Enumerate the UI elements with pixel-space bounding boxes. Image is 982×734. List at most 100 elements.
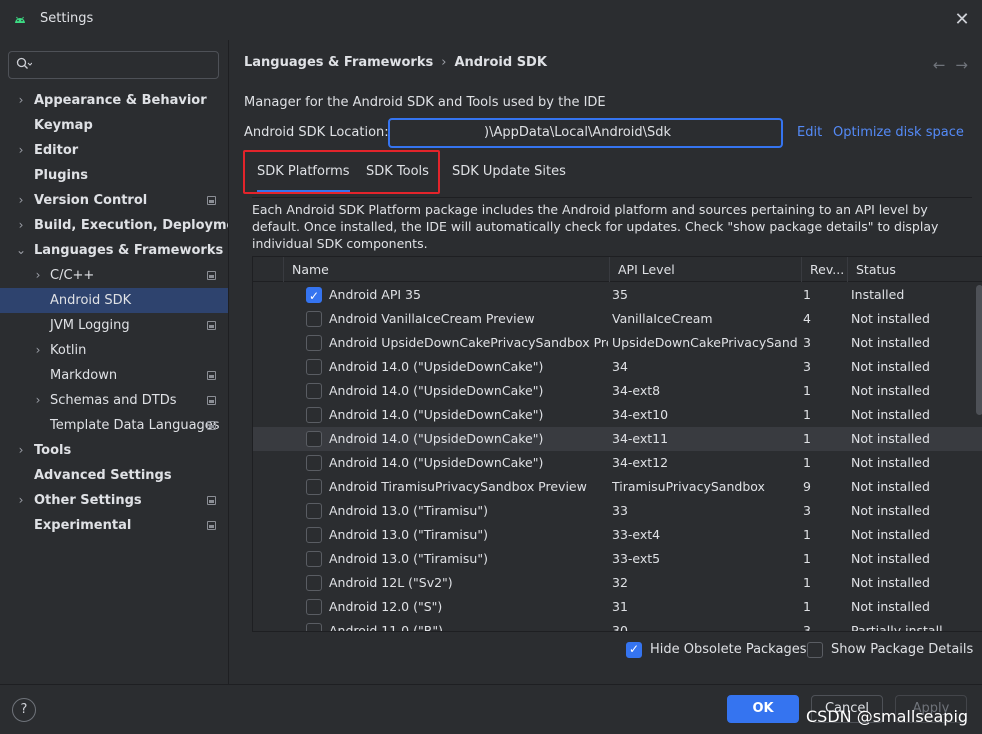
back-arrow-icon[interactable]: ← <box>933 56 946 74</box>
table-row[interactable]: Android 13.0 ("Tiramisu") 33-ext5 1 Not ins… <box>253 547 982 571</box>
table-row[interactable]: Android 13.0 ("Tiramisu") 33 3 Not installe… <box>253 499 982 523</box>
chevron-right-icon[interactable]: › <box>15 438 27 463</box>
column-revision[interactable]: Rev... <box>801 257 847 282</box>
main-panel: Languages & Frameworks › Android SDK ← → Ma… <box>229 40 982 684</box>
table-row[interactable]: Android 14.0 ("UpsideDownCake") 34-ext8 1 N… <box>253 379 982 403</box>
row-checkbox[interactable] <box>306 311 322 327</box>
sdk-platforms-table: Name API Level Rev... Status Android API… <box>252 256 982 632</box>
cell-name: Android API 35 <box>329 287 421 302</box>
breadcrumb: Languages & Frameworks › Android SDK <box>244 55 547 70</box>
cell-revision: 3 <box>803 359 811 374</box>
chevron-right-icon[interactable]: › <box>32 263 44 288</box>
table-row[interactable]: Android VanillaIceCream Preview VanillaIc… <box>253 307 982 331</box>
table-row[interactable]: Android TiramisuPrivacySandbox Preview Ti… <box>253 475 982 499</box>
sidebar-item-editor[interactable]: › Editor <box>0 138 228 163</box>
row-checkbox[interactable] <box>306 551 322 567</box>
close-icon[interactable]: ✕ <box>952 10 972 30</box>
project-scope-icon <box>207 271 216 280</box>
sidebar-item-keymap[interactable]: Keymap <box>0 113 228 138</box>
row-checkbox[interactable] <box>306 623 322 631</box>
sidebar-item-advanced-settings[interactable]: Advanced Settings <box>0 463 228 488</box>
tab-sdk-update-sites[interactable]: SDK Update Sites <box>452 150 566 194</box>
row-checkbox[interactable] <box>306 599 322 615</box>
table-row[interactable]: Android API 35 35 1 Installed <box>253 283 982 308</box>
table-row[interactable]: Android 13.0 ("Tiramisu") 33-ext4 1 Not ins… <box>253 523 982 547</box>
sidebar-item-jvm-logging[interactable]: JVM Logging <box>0 313 228 338</box>
show-details-label: Show Package Details <box>831 642 974 657</box>
table-row[interactable]: Android 14.0 ("UpsideDownCake") 34-ext11 1… <box>253 427 982 451</box>
cell-status: Installed <box>851 287 905 302</box>
cell-name: Android 13.0 ("Tiramisu") <box>329 527 488 542</box>
table-row[interactable]: Android 14.0 ("UpsideDownCake") 34-ext12 1… <box>253 451 982 475</box>
table-row[interactable]: Android 12L ("Sv2") 32 1 Not installed <box>253 571 982 595</box>
table-row[interactable]: Android 14.0 ("UpsideDownCake") 34 3 Not in… <box>253 355 982 379</box>
row-checkbox[interactable] <box>306 503 322 519</box>
chevron-right-icon[interactable]: › <box>15 213 27 238</box>
column-name[interactable]: Name <box>283 257 609 282</box>
row-checkbox[interactable] <box>306 407 322 423</box>
sdk-location-input[interactable]: )\AppData\Local\Android\Sdk <box>388 118 783 148</box>
sidebar-item-tools[interactable]: › Tools <box>0 438 228 463</box>
row-checkbox[interactable] <box>306 527 322 543</box>
show-details-checkbox[interactable] <box>807 642 823 658</box>
chevron-right-icon[interactable]: › <box>15 88 27 113</box>
help-icon[interactable]: ? <box>12 698 36 722</box>
tab-sdk-tools[interactable]: SDK Tools <box>366 150 429 194</box>
sidebar-item-label: Template Data Languages <box>50 418 220 433</box>
sidebar-item-build-execution-deployment[interactable]: › Build, Execution, Deployment <box>0 213 251 238</box>
row-checkbox[interactable] <box>306 335 322 351</box>
edit-link[interactable]: Edit <box>797 125 822 140</box>
sidebar-item-android-sdk[interactable]: Android SDK <box>0 288 228 313</box>
sidebar-item-languages-frameworks[interactable]: ⌄ Languages & Frameworks <box>0 238 228 263</box>
sidebar-item-other-settings[interactable]: › Other Settings <box>0 488 228 513</box>
sidebar-item-kotlin[interactable]: › Kotlin <box>0 338 228 363</box>
settings-sidebar: › Appearance & Behavior Keymap › Editor Plugi… <box>0 40 251 684</box>
chevron-right-icon[interactable]: › <box>32 338 44 363</box>
chevron-right-icon[interactable]: › <box>15 488 27 513</box>
cell-name: Android TiramisuPrivacySandbox Preview <box>329 479 587 494</box>
table-row[interactable]: Android 11.0 ("R") 30 3 Partially install <box>253 619 982 632</box>
sidebar-item-label: Android SDK <box>50 293 132 308</box>
chevron-right-icon[interactable]: › <box>32 388 44 413</box>
column-api-level[interactable]: API Level <box>609 257 801 282</box>
sidebar-item-markdown[interactable]: Markdown <box>0 363 228 388</box>
row-checkbox[interactable] <box>306 455 322 471</box>
breadcrumb-parent[interactable]: Languages & Frameworks <box>244 55 433 70</box>
sidebar-item-c-c[interactable]: › C/C++ <box>0 263 228 288</box>
chevron-right-icon[interactable]: › <box>15 188 27 213</box>
sidebar-item-experimental[interactable]: Experimental <box>0 513 228 538</box>
table-row[interactable]: Android 12.0 ("S") 31 1 Not installed <box>253 595 982 619</box>
row-checkbox[interactable] <box>306 575 322 591</box>
row-checkbox[interactable] <box>306 383 322 399</box>
cell-revision: 1 <box>803 407 811 422</box>
row-checkbox[interactable] <box>306 284 322 308</box>
search-input[interactable] <box>8 51 219 79</box>
sidebar-item-version-control[interactable]: › Version Control <box>0 188 228 213</box>
row-checkbox[interactable] <box>306 359 322 375</box>
cell-revision: 4 <box>803 311 811 326</box>
sidebar-item-plugins[interactable]: Plugins <box>0 163 228 188</box>
cell-revision: 3 <box>803 503 811 518</box>
hide-obsolete-checkbox[interactable] <box>626 640 642 658</box>
sidebar-item-appearance-behavior[interactable]: › Appearance & Behavior <box>0 88 228 113</box>
sidebar-item-template-data-languages[interactable]: Template Data Languages <box>0 413 228 438</box>
row-checkbox[interactable] <box>306 479 322 495</box>
ok-button[interactable]: OK <box>727 695 799 723</box>
column-status[interactable]: Status <box>847 257 982 282</box>
chevron-down-icon[interactable]: ⌄ <box>15 238 27 263</box>
table-row[interactable]: Android 14.0 ("UpsideDownCake") 34-ext10 1… <box>253 403 982 427</box>
sidebar-item-label: JVM Logging <box>50 318 130 333</box>
tab-sdk-platforms[interactable]: SDK Platforms <box>257 150 350 194</box>
row-checkbox[interactable] <box>306 431 322 447</box>
chevron-right-icon[interactable]: › <box>15 138 27 163</box>
cell-name: Android 11.0 ("R") <box>329 623 444 632</box>
table-scrollbar[interactable] <box>976 285 982 415</box>
optimize-disk-space-link[interactable]: Optimize disk space <box>833 125 964 140</box>
sidebar-item-label: Languages & Frameworks <box>34 243 224 258</box>
forward-arrow-icon[interactable]: → <box>955 56 968 74</box>
sidebar-item-label: Markdown <box>50 368 118 383</box>
table-row[interactable]: Android UpsideDownCakePrivacySandbox Pre… <box>253 331 982 355</box>
cell-api-level: 34-ext10 <box>612 407 669 422</box>
cell-api-level: 34-ext11 <box>612 431 669 446</box>
sidebar-item-schemas-and-dtds[interactable]: › Schemas and DTDs <box>0 388 228 413</box>
